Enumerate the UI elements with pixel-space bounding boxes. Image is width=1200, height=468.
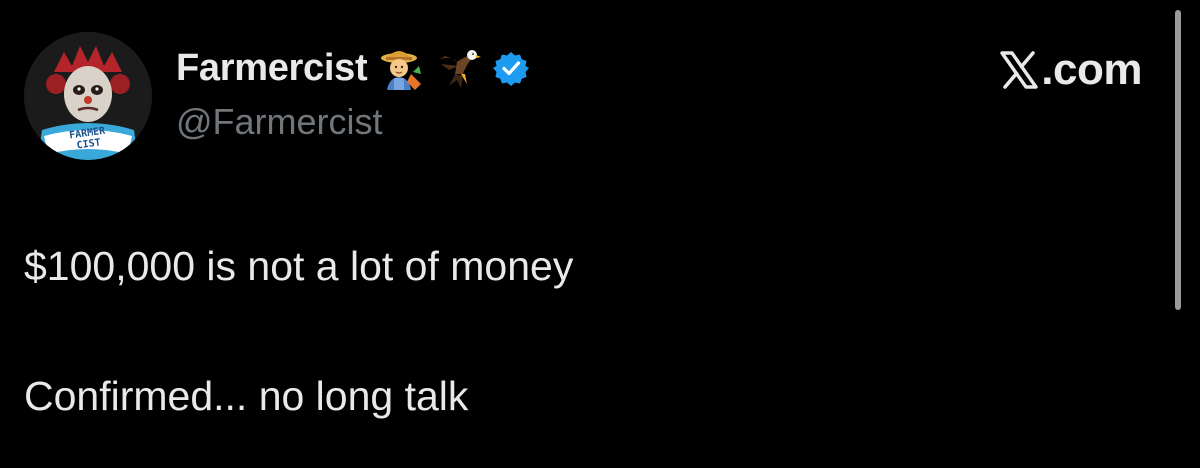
x-logo-icon — [999, 50, 1039, 90]
author-display-name[interactable]: Farmercist — [176, 44, 368, 92]
brand-link[interactable]: .com — [999, 44, 1142, 96]
scrollbar[interactable] — [1175, 10, 1181, 310]
author-name-row: Farmercist — [176, 44, 530, 92]
tweet-text-line: Confirmed... no long talk — [24, 373, 469, 419]
author-handle[interactable]: @Farmercist — [176, 100, 383, 144]
tweet-card: FARMER CIST Farmercist @Farmercist .com … — [0, 0, 1200, 468]
brand-domain-label: .com — [1041, 45, 1142, 94]
tweet-text-line: $100,000 is not a lot of money — [24, 243, 574, 289]
farmer-emoji-icon — [377, 44, 425, 92]
avatar[interactable]: FARMER CIST — [24, 32, 152, 160]
verified-badge-icon[interactable] — [493, 50, 530, 86]
eagle-emoji-icon — [435, 44, 483, 92]
